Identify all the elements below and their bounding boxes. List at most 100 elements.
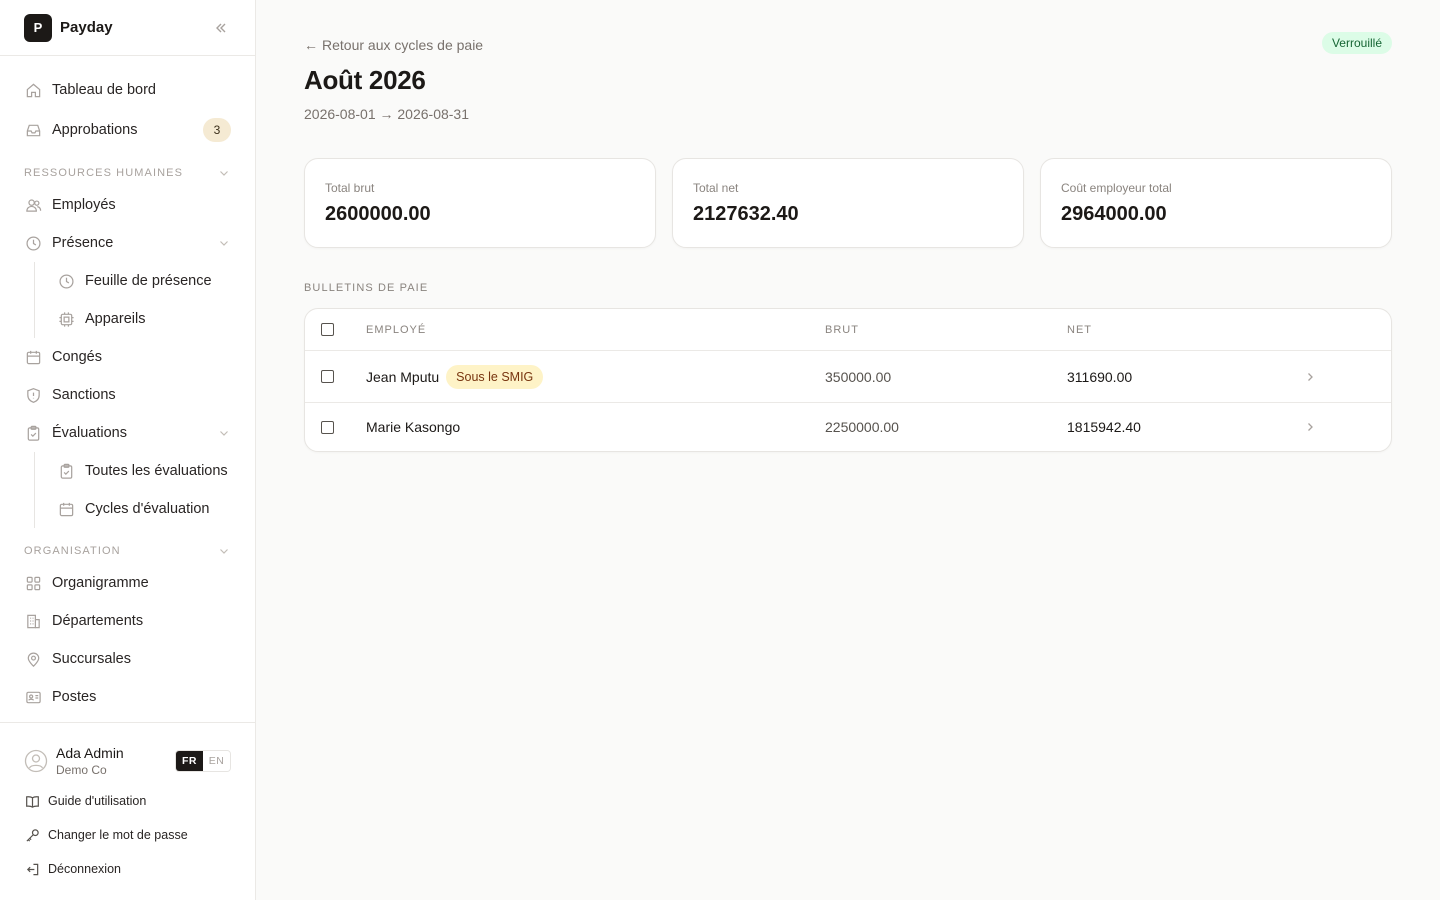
gross-cell: 350000.00 [825, 368, 892, 385]
footer-links: Guide d'utilisation Changer le mot de pa… [24, 784, 231, 886]
employee-cell: Marie Kasongo [366, 419, 460, 435]
sidebar-item-all-evaluations[interactable]: Toutes les évaluations [0, 452, 255, 490]
chevron-right-icon[interactable] [1303, 420, 1317, 434]
home-icon [24, 81, 42, 99]
sidebar-item-label: Congés [52, 349, 102, 365]
summary-card-employer-cost: Coût employeur total 2964000.00 [1040, 158, 1392, 248]
card-label: Coût employeur total [1061, 181, 1172, 195]
presence-submenu: Feuille de présence Appareils [0, 262, 255, 338]
sidebar-item-label: Sanctions [52, 387, 116, 403]
sidebar-item-label: Toutes les évaluations [85, 463, 228, 479]
chevron-down-icon [217, 426, 231, 440]
sidebar-item-presence[interactable]: Présence [0, 224, 255, 262]
page-title: Août 2026 [304, 65, 426, 95]
inbox-icon [24, 121, 42, 139]
gross-cell: 2250000.00 [825, 419, 899, 435]
sidebar-item-evaluation-cycles[interactable]: Cycles d'évaluation [0, 490, 255, 528]
column-header-gross[interactable]: BRUT [825, 324, 859, 336]
sidebar-item-label: Départements [52, 613, 144, 629]
calendar-icon [57, 500, 75, 518]
shield-alert-icon [24, 386, 42, 404]
sidebar-item-label: Tableau de bord [52, 82, 156, 98]
chip-icon [57, 310, 75, 328]
sidebar-item-label: Postes [52, 689, 97, 705]
section-header-hr[interactable]: RESSOURCES HUMAINES [0, 160, 255, 186]
approvals-count-badge: 3 [203, 118, 231, 142]
sidebar-item-positions[interactable]: Postes [0, 678, 255, 716]
back-to-pay-cycles-link[interactable]: ← Retour aux cycles de paie [304, 34, 1392, 56]
table-row[interactable]: Jean Mputu Sous le SMIG 350000.00 311690… [305, 351, 1391, 403]
chevron-down-icon [217, 544, 231, 558]
sidebar-item-branches[interactable]: Succursales [0, 640, 255, 678]
sidebar-item-label: Cycles d'évaluation [85, 501, 210, 517]
sidebar-item-evaluations[interactable]: Évaluations [0, 414, 255, 452]
payslips-section-title: BULLETINS DE PAIE [304, 282, 429, 294]
avatar[interactable] [24, 749, 48, 773]
sidebar-item-label: Feuille de présence [85, 273, 212, 289]
select-all-checkbox[interactable] [321, 323, 334, 336]
brand-logo[interactable]: P [24, 13, 52, 42]
arrow-left-icon: ← [304, 37, 318, 53]
net-cell: 311690.00 [1067, 368, 1133, 385]
chevron-right-icon[interactable] [1303, 370, 1317, 384]
change-password-link[interactable]: Changer le mot de passe [24, 818, 231, 852]
employee-name[interactable]: Jean Mputu [366, 369, 439, 385]
sidebar-item-label: Succursales [52, 651, 131, 667]
chevron-down-icon [217, 236, 231, 250]
sidebar-item-departments[interactable]: Départements [0, 602, 255, 640]
change-password-label: Changer le mot de passe [48, 828, 188, 842]
sidebar-nav: Tableau de bord Approbations 3 RESSOURCE… [0, 56, 255, 722]
employee-name[interactable]: Marie Kasongo [366, 419, 460, 435]
key-icon [24, 827, 40, 843]
card-value: 2964000.00 [1061, 203, 1167, 225]
table-row[interactable]: Marie Kasongo 2250000.00 1815942.40 [305, 403, 1391, 451]
column-header-employee[interactable]: EMPLOYÉ [366, 324, 426, 336]
lang-fr-button[interactable]: FR [176, 751, 203, 771]
section-header-organisation[interactable]: ORGANISATION [0, 538, 255, 564]
sidebar-item-label: Présence [52, 235, 114, 251]
sidebar-item-timesheet[interactable]: Feuille de présence [0, 262, 255, 300]
status-badge: Verrouillé [1321, 32, 1392, 54]
sidebar-item-employees[interactable]: Employés [0, 186, 255, 224]
sidebar: P Payday Tableau de bord Approbations 3 … [0, 0, 256, 900]
map-pin-icon [24, 650, 42, 668]
sidebar-item-sanctions[interactable]: Sanctions [0, 376, 255, 414]
language-switcher: FR EN [175, 750, 231, 772]
sidebar-item-dashboard[interactable]: Tableau de bord [0, 70, 255, 110]
section-title: ORGANISATION [24, 545, 121, 557]
sidebar-item-label: Approbations [52, 122, 138, 138]
collapse-sidebar-icon[interactable] [211, 18, 231, 38]
sidebar-item-leaves[interactable]: Congés [0, 338, 255, 376]
id-card-icon [24, 688, 42, 706]
section-title: RESSOURCES HUMAINES [24, 167, 184, 179]
sidebar-item-approvals[interactable]: Approbations 3 [0, 110, 255, 150]
clock-icon [24, 234, 42, 252]
users-icon [24, 196, 42, 214]
user-profile: Ada Admin Demo Co FR EN [24, 743, 231, 779]
net-cell: 1815942.40 [1067, 419, 1141, 435]
table-header-row: EMPLOYÉ BRUT NET [305, 309, 1391, 351]
sidebar-item-devices[interactable]: Appareils [0, 300, 255, 338]
brand-header: P Payday [0, 0, 255, 56]
below-smig-badge: Sous le SMIG [446, 364, 544, 389]
row-checkbox[interactable] [321, 370, 334, 383]
sidebar-item-label: Employés [52, 197, 116, 213]
user-info: Ada Admin Demo Co [56, 745, 124, 777]
employee-cell: Jean Mputu Sous le SMIG [366, 364, 544, 389]
clock-icon [57, 272, 75, 290]
guide-link[interactable]: Guide d'utilisation [24, 784, 231, 818]
sidebar-item-orgchart[interactable]: Organigramme [0, 564, 255, 602]
summary-cards: Total brut 2600000.00 Total net 2127632.… [304, 158, 1392, 248]
user-name: Ada Admin [56, 745, 124, 761]
brand-name[interactable]: Payday [60, 19, 113, 36]
sidebar-item-label: Organigramme [52, 575, 149, 591]
sidebar-footer: Ada Admin Demo Co FR EN Guide d'utilisat… [0, 722, 255, 900]
building-icon [24, 612, 42, 630]
book-icon [24, 793, 40, 809]
logout-link[interactable]: Déconnexion [24, 852, 231, 886]
logout-label: Déconnexion [48, 862, 121, 876]
row-checkbox[interactable] [321, 420, 334, 434]
column-header-net[interactable]: NET [1067, 324, 1092, 336]
clipboard-check-icon [57, 462, 75, 480]
lang-en-button[interactable]: EN [203, 751, 230, 771]
